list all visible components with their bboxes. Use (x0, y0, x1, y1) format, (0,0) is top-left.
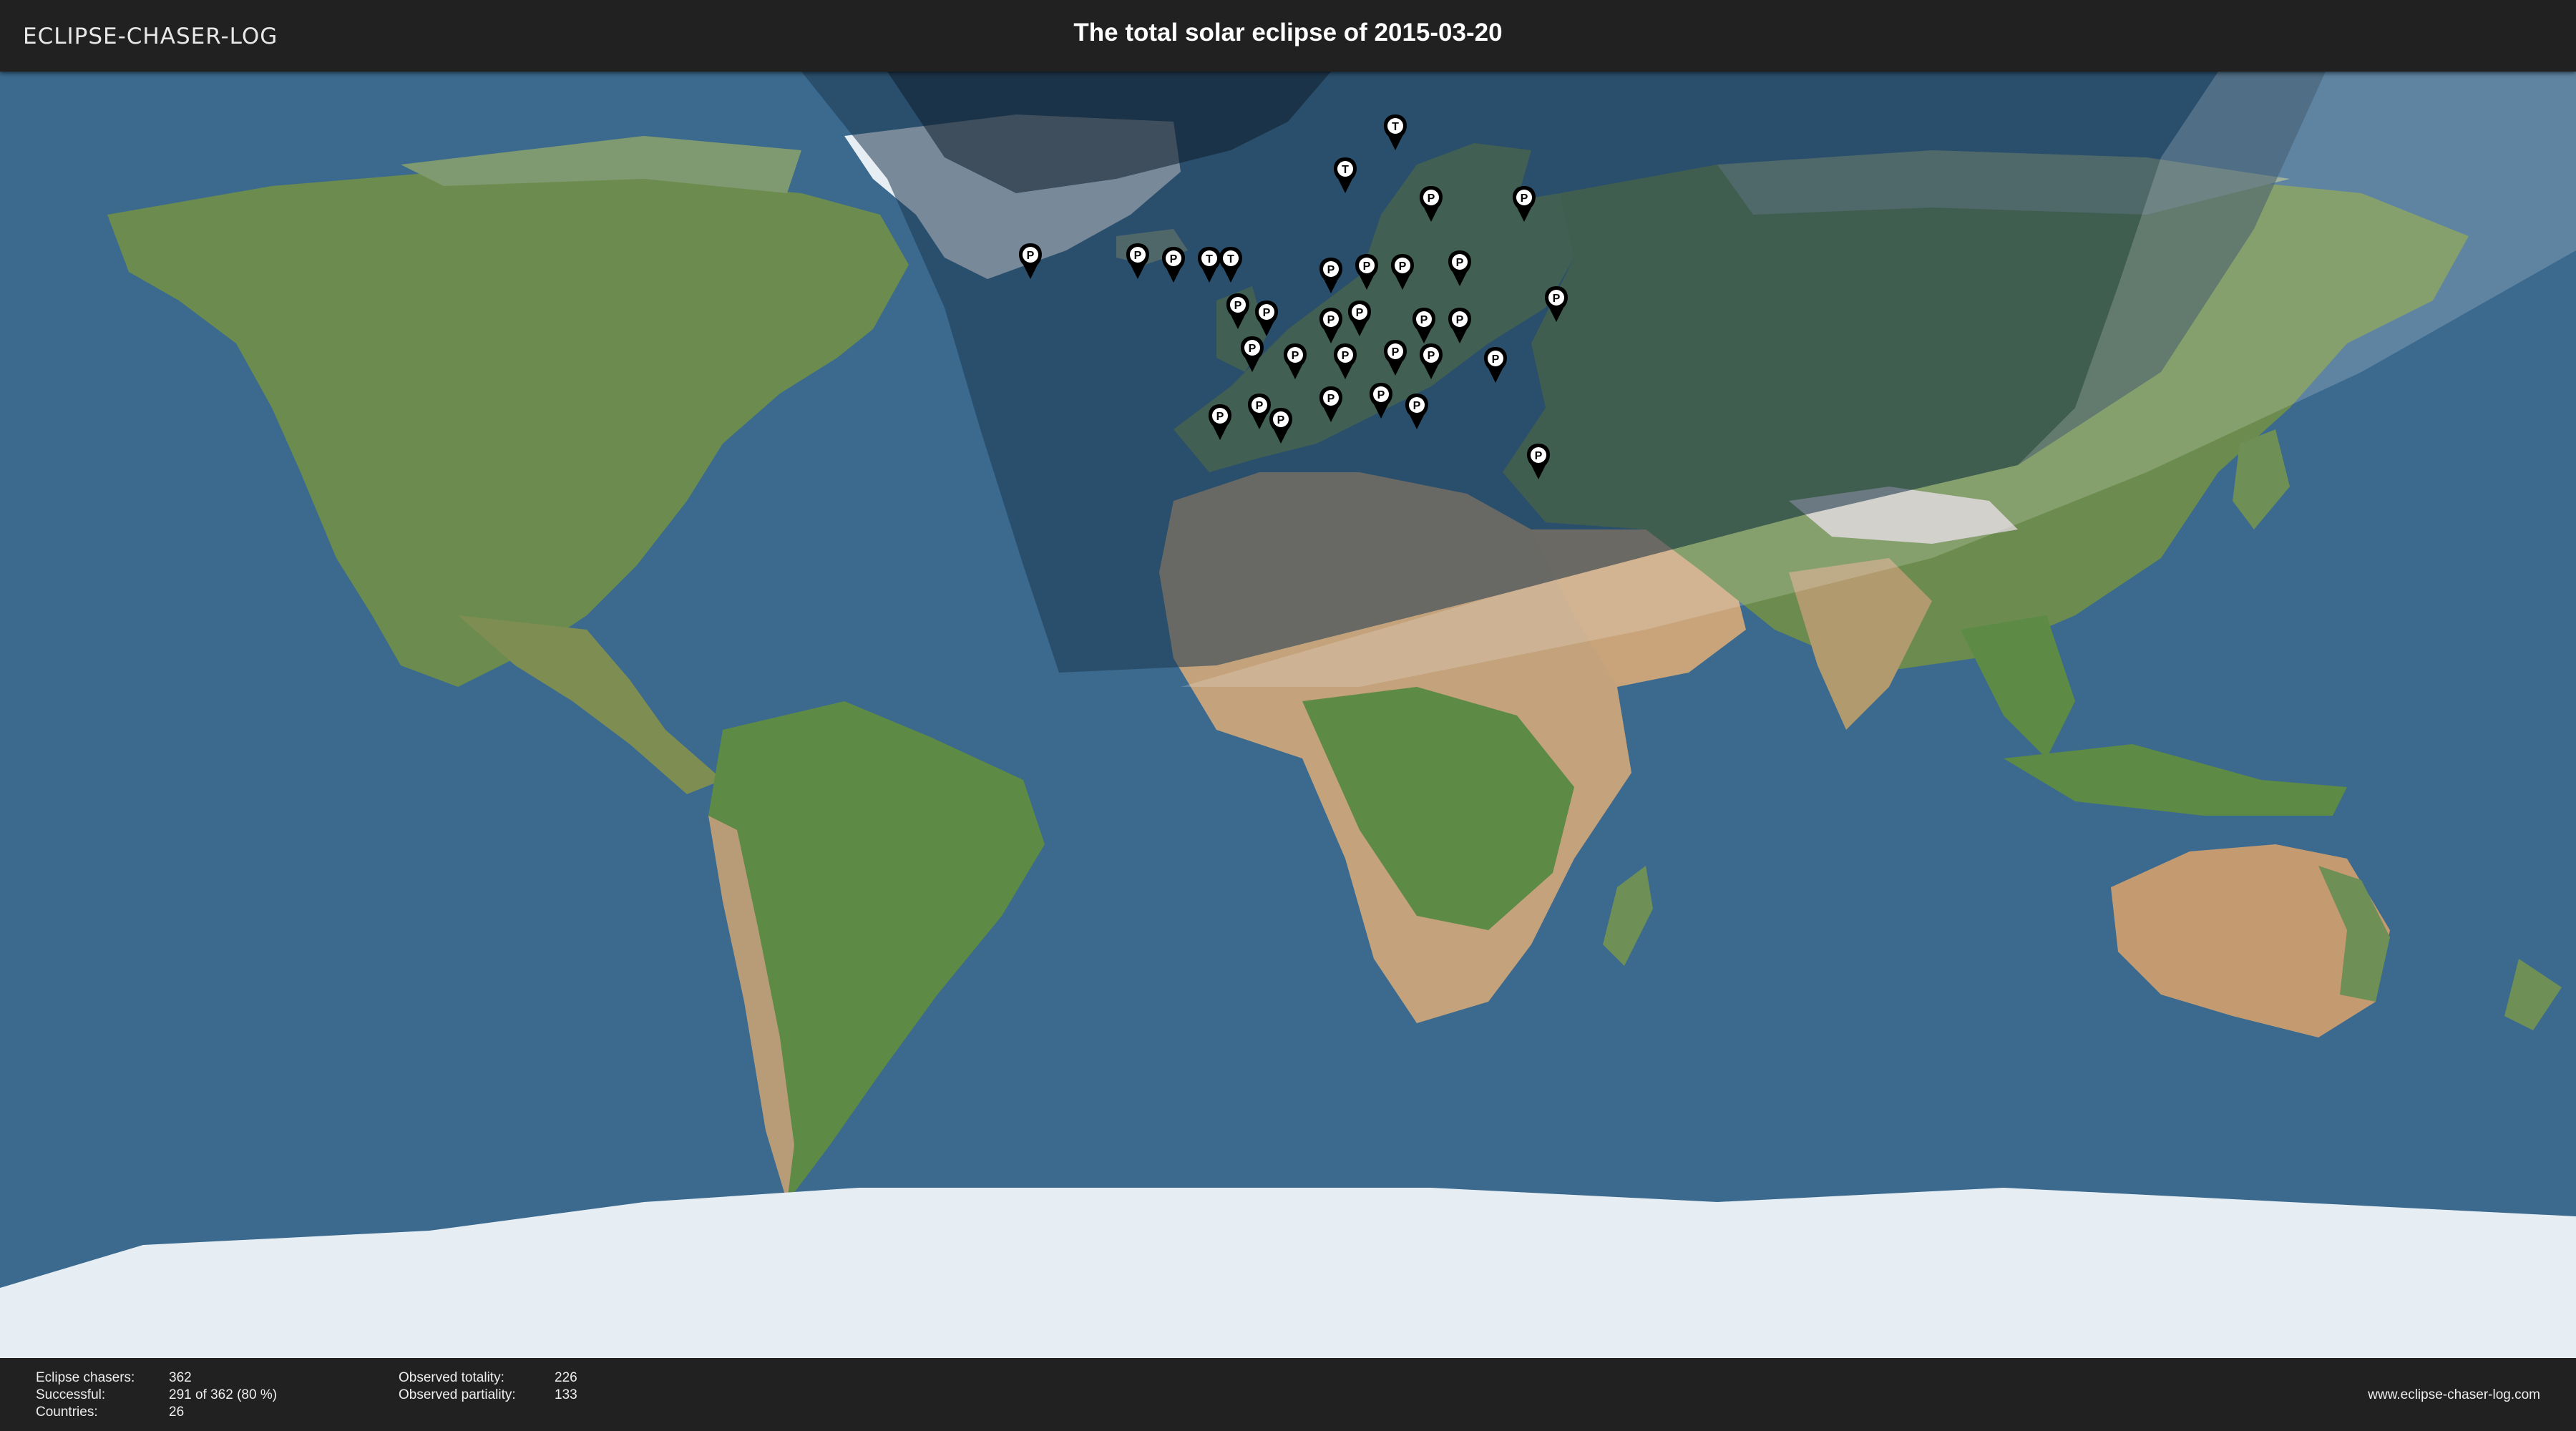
stat-label: Eclipse chasers: (36, 1370, 135, 1385)
marker-label-p: P (1428, 192, 1435, 205)
marker-label-p: P (1399, 260, 1407, 273)
marker-label-p: P (1535, 450, 1543, 462)
marker-label-p: P (1377, 389, 1385, 401)
marker-label-p: P (1327, 314, 1335, 326)
stat-label: Observed totality: (399, 1370, 504, 1385)
marker-label-p: P (1456, 257, 1464, 269)
marker-label-p: P (1256, 400, 1264, 412)
footer-bar: Eclipse chasers: 362 Successful: 291 of … (0, 1358, 2576, 1431)
stat-countries: Countries: 26 (36, 1404, 277, 1421)
stat-label: Successful: (36, 1387, 106, 1402)
marker-label-p: P (1249, 343, 1257, 355)
stat-value: 362 (169, 1370, 192, 1385)
header-bar: ECLIPSE-CHASER-LOG The total solar eclip… (0, 0, 2576, 72)
marker-label-p: P (1216, 411, 1224, 423)
stats-left: Eclipse chasers: 362 Successful: 291 of … (36, 1369, 277, 1421)
marker-label-p: P (1292, 350, 1299, 362)
marker-label-p: P (1234, 300, 1242, 312)
stat-eclipse-chasers: Eclipse chasers: 362 (36, 1369, 277, 1387)
marker-label-p: P (1428, 350, 1435, 362)
marker-label-t: T (1206, 253, 1213, 265)
marker-label-t: T (1342, 164, 1349, 176)
marker-label-p: P (1170, 253, 1178, 265)
marker-label-p: P (1363, 260, 1371, 273)
stat-value: 291 of 362 (80 %) (169, 1387, 278, 1402)
marker-label-p: P (1392, 346, 1400, 358)
marker-label-p: P (1420, 314, 1428, 326)
marker-label-t: T (1227, 253, 1234, 265)
marker-label-p: P (1492, 353, 1500, 366)
marker-label-p: P (1134, 250, 1142, 262)
stat-label: Observed partiality: (399, 1387, 516, 1402)
marker-label-p: P (1342, 350, 1350, 362)
stat-observed-totality: Observed totality: 226 (399, 1369, 577, 1387)
marker-label-p: P (1277, 414, 1285, 426)
marker-label-p: P (1356, 307, 1364, 319)
stat-value: 26 (169, 1405, 185, 1420)
website-link[interactable]: www.eclipse-chaser-log.com (2368, 1387, 2540, 1403)
stat-label: Countries: (36, 1405, 98, 1420)
stat-observed-partiality: Observed partiality: 133 (399, 1387, 577, 1404)
world-map[interactable]: P P P T T T T P P P P P P P P P P P P P … (0, 72, 2576, 1358)
stats-middle: Observed totality: 226 Observed partiali… (399, 1369, 577, 1404)
marker-label-p: P (1521, 192, 1528, 205)
marker-label-p: P (1263, 307, 1271, 319)
marker-label-p: P (1553, 293, 1561, 305)
marker-label-p: P (1027, 250, 1035, 262)
marker-label-t: T (1392, 121, 1399, 133)
stat-successful: Successful: 291 of 362 (80 %) (36, 1387, 277, 1404)
stat-value: 133 (555, 1387, 577, 1402)
marker-label-p: P (1413, 400, 1421, 412)
marker-label-p: P (1456, 314, 1464, 326)
stat-value: 226 (555, 1370, 577, 1385)
marker-label-p: P (1327, 264, 1335, 276)
marker-label-p: P (1327, 393, 1335, 405)
page-title: The total solar eclipse of 2015-03-20 (1073, 19, 1503, 47)
